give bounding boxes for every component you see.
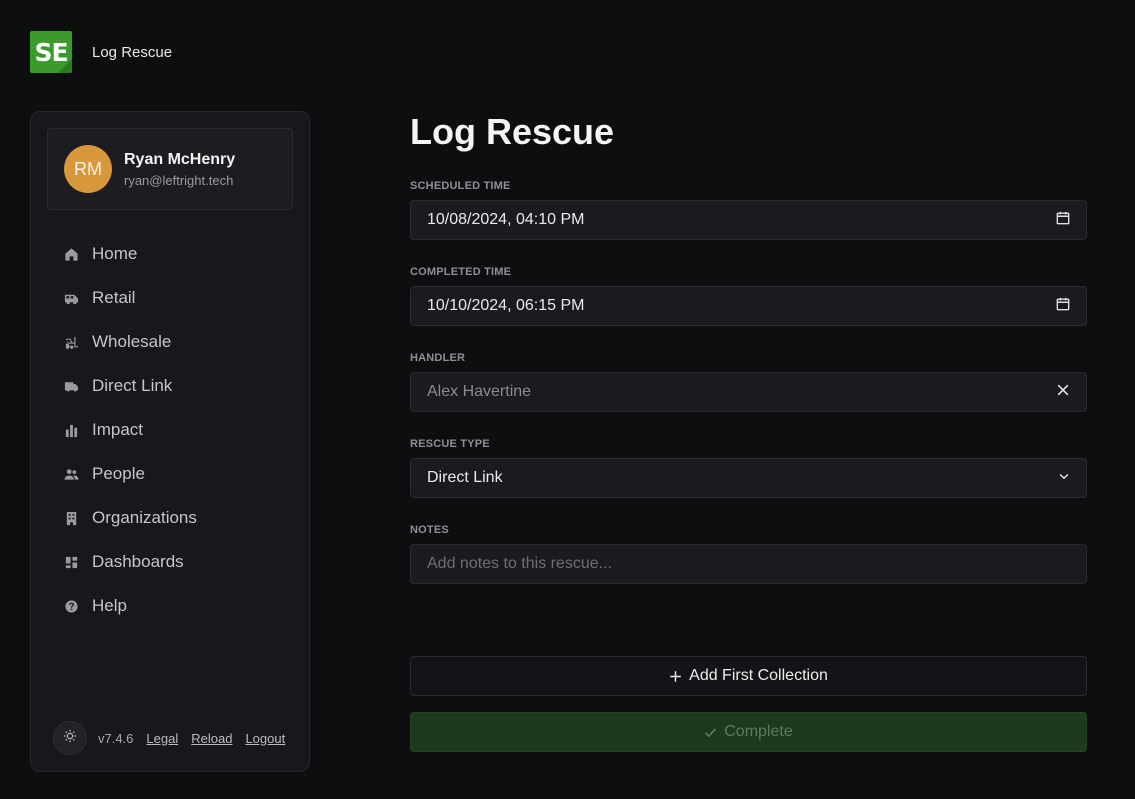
sidebar-item-dashboards[interactable]: Dashboards xyxy=(47,540,293,584)
notes-group: NOTES Add notes to this rescue... xyxy=(410,524,1087,584)
help-icon xyxy=(63,598,79,614)
handler-input[interactable]: Alex Havertine xyxy=(410,372,1087,412)
calendar-icon[interactable] xyxy=(1056,297,1070,316)
main-content: Log Rescue SCHEDULED TIME 10/08/2024, 04… xyxy=(410,110,1087,752)
legal-link[interactable]: Legal xyxy=(146,731,178,746)
logout-link[interactable]: Logout xyxy=(245,731,285,746)
sidebar-footer: v7.4.6 Legal Reload Logout xyxy=(53,721,285,755)
sidebar-item-label: Wholesale xyxy=(92,332,172,351)
sidebar-item-label: Retail xyxy=(92,288,136,307)
home-icon xyxy=(63,246,79,262)
top-bar: SE Log Rescue xyxy=(30,31,172,73)
scheduled-time-label: SCHEDULED TIME xyxy=(410,180,511,192)
sidebar-item-wholesale[interactable]: Wholesale xyxy=(47,320,293,364)
sidebar-item-label: Direct Link xyxy=(92,376,173,395)
sidebar-item-label: Organizations xyxy=(92,508,197,527)
rescue-type-group: RESCUE TYPE Direct Link xyxy=(410,438,1087,498)
logo[interactable]: SE xyxy=(30,31,72,73)
app-title: Log Rescue xyxy=(92,43,173,61)
bar-chart-icon xyxy=(63,422,79,438)
calendar-icon[interactable] xyxy=(1056,211,1070,230)
truck-icon xyxy=(63,378,79,394)
sidebar-item-label: People xyxy=(92,464,145,483)
sidebar-item-retail[interactable]: Retail xyxy=(47,276,293,320)
sidebar: RM Ryan McHenry ryan@leftright.tech Home… xyxy=(30,111,310,772)
user-profile-card[interactable]: RM Ryan McHenry ryan@leftright.tech xyxy=(47,128,293,210)
notes-placeholder: Add notes to this rescue... xyxy=(427,555,612,572)
people-icon xyxy=(63,466,79,482)
sidebar-item-home[interactable]: Home xyxy=(47,232,293,276)
sun-icon xyxy=(63,729,77,748)
reload-link[interactable]: Reload xyxy=(191,731,232,746)
rescue-type-value: Direct Link xyxy=(427,469,503,486)
avatar: RM xyxy=(64,145,112,193)
scheduled-time-group: SCHEDULED TIME 10/08/2024, 04:10 PM xyxy=(410,180,1087,240)
notes-input[interactable]: Add notes to this rescue... xyxy=(410,544,1087,584)
page-title: Log Rescue xyxy=(410,111,615,152)
sidebar-item-label: Help xyxy=(92,596,127,615)
completed-time-input[interactable]: 10/10/2024, 06:15 PM xyxy=(410,286,1087,326)
complete-label: Complete xyxy=(724,723,793,740)
completed-time-label: COMPLETED TIME xyxy=(410,266,512,278)
add-first-collection-label: Add First Collection xyxy=(689,667,828,684)
sidebar-item-label: Impact xyxy=(92,420,144,439)
rescue-type-select[interactable]: Direct Link xyxy=(410,458,1087,498)
sidebar-item-organizations[interactable]: Organizations xyxy=(47,496,293,540)
sidebar-item-help[interactable]: Help xyxy=(47,584,293,628)
rescue-type-label: RESCUE TYPE xyxy=(410,438,490,450)
user-email: ryan@leftright.tech xyxy=(124,172,234,188)
sidebar-item-impact[interactable]: Impact xyxy=(47,408,293,452)
forklift-icon xyxy=(63,334,79,350)
chevron-down-icon xyxy=(1058,469,1070,487)
sidebar-nav: Home Retail Wholesale Direct Link Impact… xyxy=(47,232,293,628)
theme-toggle-button[interactable] xyxy=(53,721,87,755)
user-name: Ryan McHenry xyxy=(124,150,236,168)
add-first-collection-button[interactable]: Add First Collection xyxy=(410,656,1087,696)
dashboard-icon xyxy=(63,554,79,570)
notes-label: NOTES xyxy=(410,524,449,536)
sidebar-item-label: Home xyxy=(92,244,138,263)
check-icon xyxy=(704,726,717,739)
van-icon xyxy=(63,290,79,306)
handler-group: HANDLER Alex Havertine xyxy=(410,352,1087,412)
completed-time-group: COMPLETED TIME 10/10/2024, 06:15 PM xyxy=(410,266,1087,326)
plus-icon xyxy=(669,670,682,683)
handler-label: HANDLER xyxy=(410,352,466,364)
complete-button[interactable]: Complete xyxy=(410,712,1087,752)
handler-value: Alex Havertine xyxy=(427,383,532,400)
scheduled-time-value: 10/08/2024, 04:10 PM xyxy=(427,211,585,228)
app-version: v7.4.6 xyxy=(98,730,134,746)
scheduled-time-input[interactable]: 10/08/2024, 04:10 PM xyxy=(410,200,1087,240)
sidebar-item-direct-link[interactable]: Direct Link xyxy=(47,364,293,408)
clear-icon[interactable] xyxy=(1056,383,1070,402)
sidebar-item-label: Dashboards xyxy=(92,552,184,571)
building-icon xyxy=(63,510,79,526)
sidebar-item-people[interactable]: People xyxy=(47,452,293,496)
completed-time-value: 10/10/2024, 06:15 PM xyxy=(427,297,585,314)
